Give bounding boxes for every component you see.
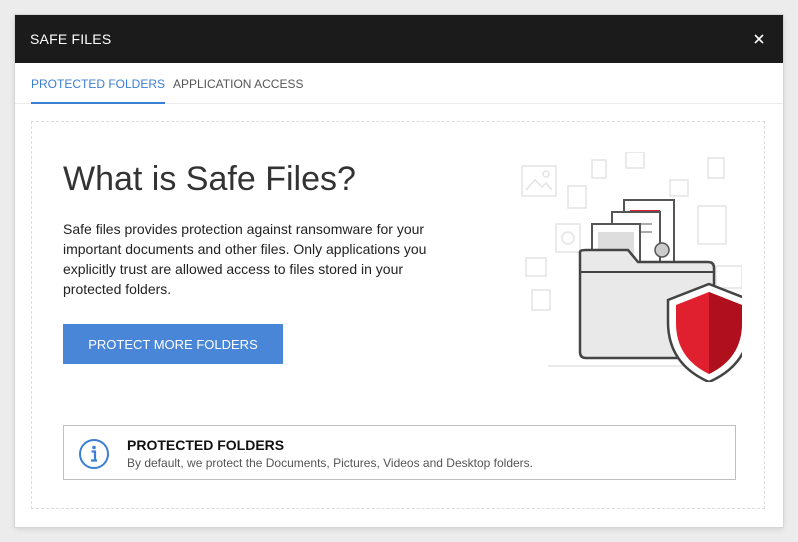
tab-application-access[interactable]: APPLICATION ACCESS (173, 77, 303, 102)
tab-bar: PROTECTED FOLDERS APPLICATION ACCESS (15, 63, 783, 104)
info-title: PROTECTED FOLDERS (127, 437, 285, 453)
description-text: Safe files provides protection against r… (63, 221, 427, 297)
safe-files-window: SAFE FILES PROTECTED FOLDERS APPLICATION… (15, 15, 783, 527)
page-title: What is Safe Files? (63, 160, 356, 198)
protect-more-folders-button[interactable]: PROTECT MORE FOLDERS (63, 324, 283, 364)
folder-shield-illustration (502, 151, 752, 384)
protected-folders-info-box: PROTECTED FOLDERS By default, we protect… (63, 425, 736, 480)
info-icon (78, 438, 110, 470)
tab-protected-folders[interactable]: PROTECTED FOLDERS (31, 77, 166, 104)
info-text: By default, we protect the Documents, Pi… (127, 456, 533, 470)
title-bar: SAFE FILES (15, 15, 783, 63)
protected-folders-panel: What is Safe Files? Safe files provides … (31, 121, 765, 509)
window-title: SAFE FILES (30, 31, 112, 47)
close-icon[interactable] (749, 29, 769, 49)
